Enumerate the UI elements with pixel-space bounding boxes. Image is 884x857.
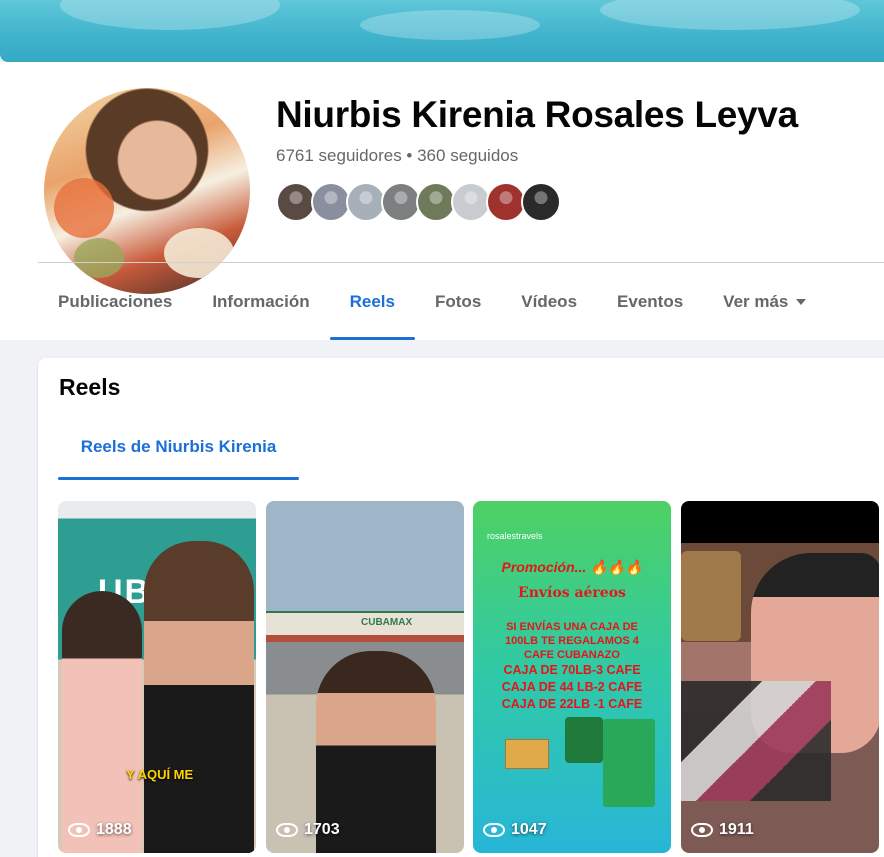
view-count: 1703 <box>276 821 340 839</box>
reel-line: 100LB TE REGALAMOS 4 <box>505 635 639 647</box>
section-title: Reels <box>59 374 121 400</box>
tab-label: Información <box>212 291 310 311</box>
profile-tabs: Publicaciones Información Reels Fotos Vídeos… <box>38 263 826 340</box>
reel-offer: CAJA DE 70LB-3 CAFE <box>503 663 641 677</box>
store-sign: CUBAMAX <box>266 611 464 635</box>
tab-label: Vídeos <box>521 291 578 311</box>
store-sign-text: CUBAMAX <box>361 617 413 628</box>
reel-thumbnail[interactable]: UBA Y AQUÍ ME 1888 <box>58 501 256 853</box>
tab-ver-más[interactable]: Ver más <box>703 263 826 340</box>
eye-icon <box>483 823 505 837</box>
follower-stats[interactable]: 6761 seguidores • 360 seguidos <box>276 146 518 166</box>
profile-header: Niurbis Kirenia Rosales Leyva 6761 segui… <box>0 62 884 340</box>
follower-avatar[interactable] <box>276 182 316 222</box>
view-count-value: 1703 <box>304 821 340 838</box>
reel-promo: Promoción... 🔥🔥🔥 <box>501 559 643 575</box>
tab-eventos[interactable]: Eventos <box>597 263 703 340</box>
tab-información[interactable]: Información <box>192 263 329 340</box>
reel-handle: rosalestravels <box>487 531 543 541</box>
view-count-value: 1911 <box>719 821 754 838</box>
reel-line: SI ENVÍAS UNA CAJA DE <box>506 621 638 633</box>
view-count-value: 1047 <box>511 821 547 838</box>
tab-reels[interactable]: Reels <box>329 263 416 340</box>
view-count: 1911 <box>691 821 754 839</box>
tab-vídeos[interactable]: Vídeos <box>501 263 597 340</box>
eye-icon <box>68 823 90 837</box>
cover-photo[interactable] <box>0 0 884 62</box>
follower-avatars <box>276 182 561 222</box>
follower-avatar[interactable] <box>381 182 421 222</box>
follower-avatar[interactable] <box>521 182 561 222</box>
caret-down-icon <box>796 298 807 305</box>
follower-avatar[interactable] <box>346 182 386 222</box>
eye-icon <box>276 823 298 837</box>
reel-thumbnail[interactable]: CUBAMAX 1703 <box>266 501 464 853</box>
eye-icon <box>691 823 713 837</box>
tab-publicaciones[interactable]: Publicaciones <box>38 263 192 340</box>
tab-label: Fotos <box>435 291 482 311</box>
tab-label: Ver más <box>723 291 789 311</box>
follower-avatar[interactable] <box>311 182 351 222</box>
reel-thumbnail[interactable]: 1911 <box>681 501 879 853</box>
reel-thumbnail[interactable]: rosalestravels Promoción... 🔥🔥🔥 Envíos a… <box>473 501 671 853</box>
reel-offer: CAJA DE 44 LB-2 CAFE <box>501 680 643 694</box>
profile-name: Niurbis Kirenia Rosales Leyva <box>276 94 798 135</box>
reel-offer: CAJA DE 22LB -1 CAFE <box>501 697 643 711</box>
reel-caption: Y AQUÍ ME <box>126 767 194 782</box>
follower-avatar[interactable] <box>451 182 491 222</box>
tab-label: Publicaciones <box>58 291 173 311</box>
tab-label: Eventos <box>617 291 684 311</box>
reel-line: CAFE CUBANAZO <box>524 649 620 661</box>
follower-avatar[interactable] <box>416 182 456 222</box>
reels-section: Reels Reels de Niurbis Kirenia UBA Y AQU… <box>38 358 884 857</box>
tab-fotos[interactable]: Fotos <box>415 263 501 340</box>
view-count: 1047 <box>483 821 547 839</box>
tab-label: Reels <box>349 291 395 311</box>
follower-avatar[interactable] <box>486 182 526 222</box>
view-count: 1888 <box>68 821 132 839</box>
view-count-value: 1888 <box>96 821 132 838</box>
reel-subtitle: Envíos aéreos <box>518 585 626 601</box>
subtab-reels[interactable]: Reels de Niurbis Kirenia <box>58 414 299 480</box>
